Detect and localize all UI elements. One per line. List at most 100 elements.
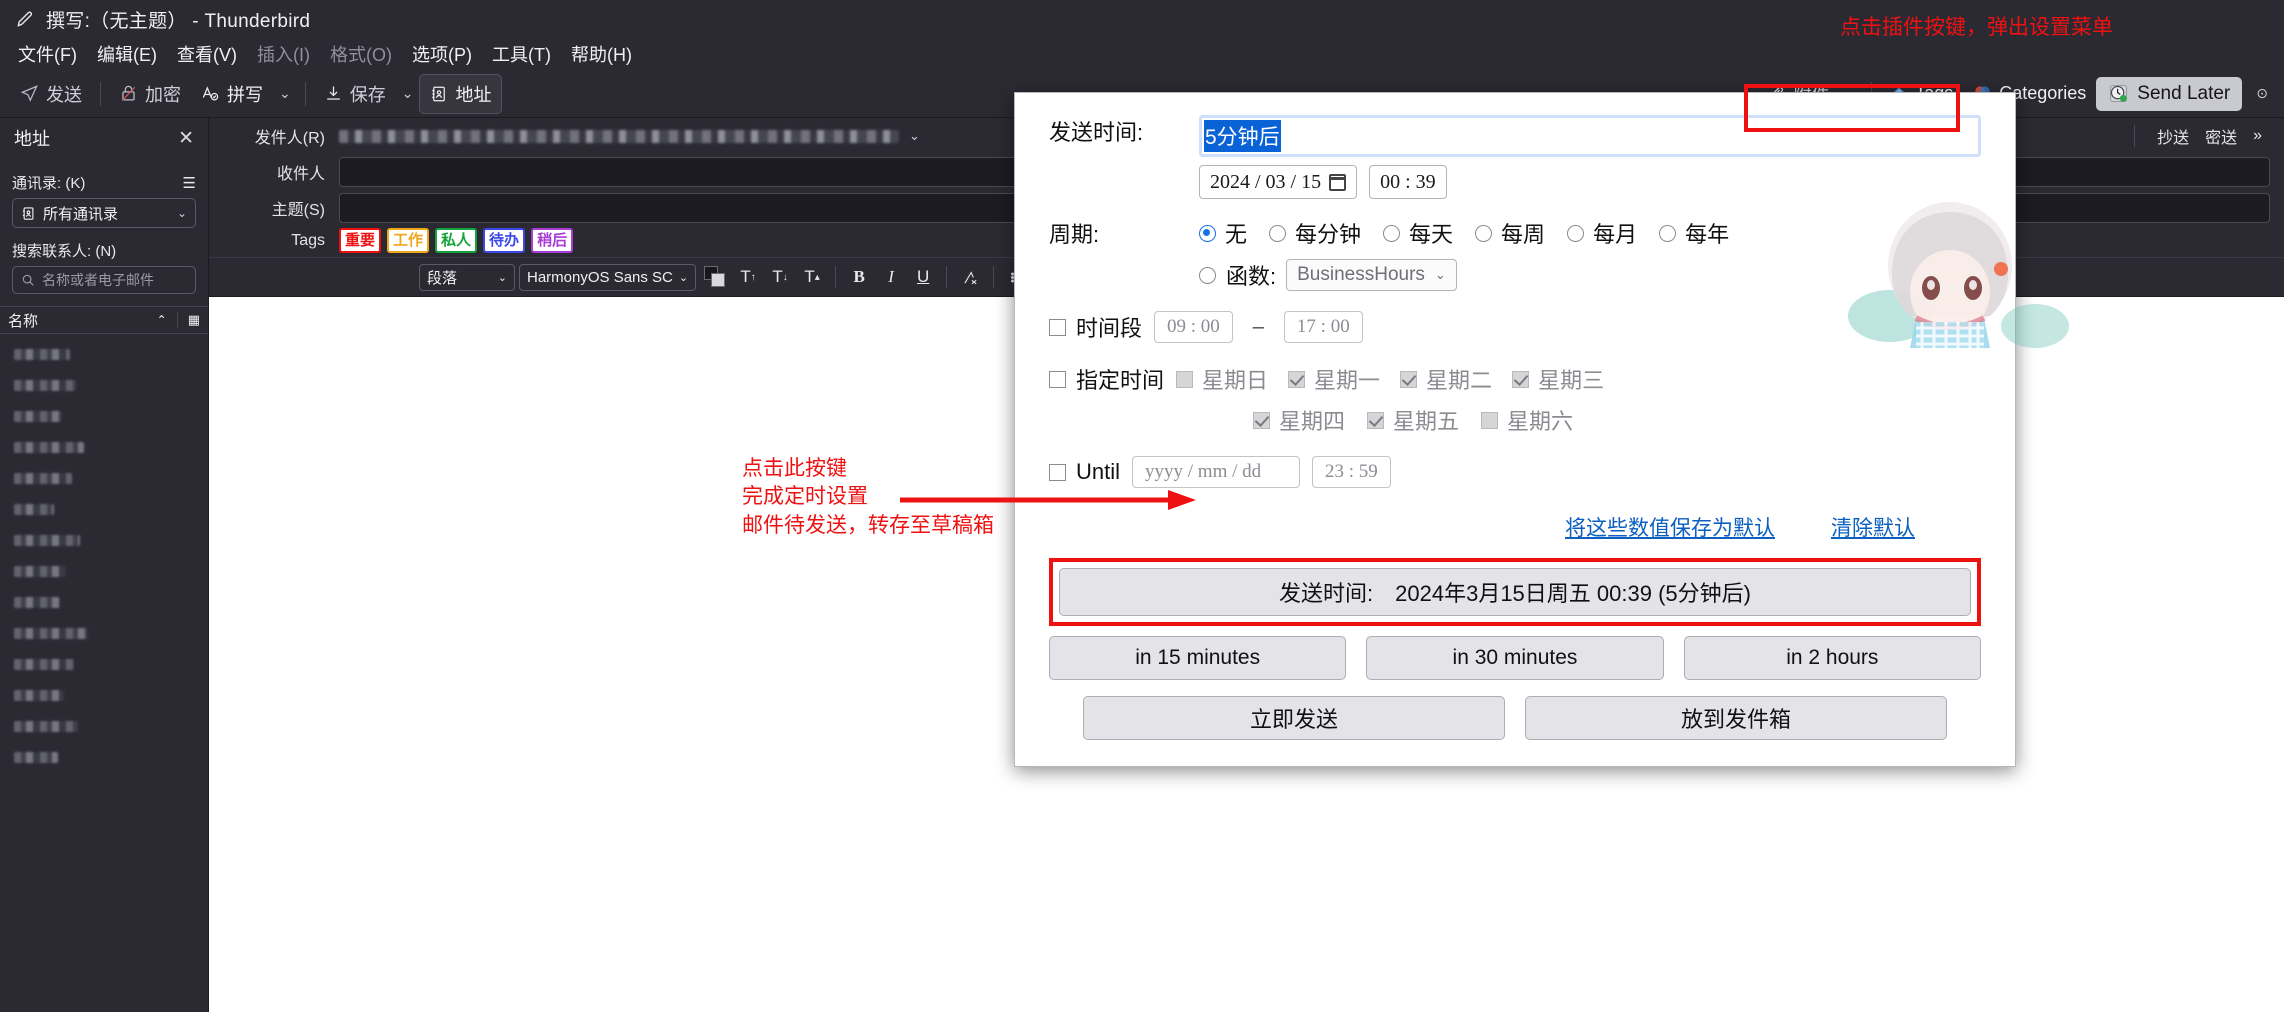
radio-icon (1269, 224, 1287, 242)
quick-15-minutes-button[interactable]: in 15 minutes (1049, 636, 1347, 680)
menu-tools[interactable]: 工具(T) (482, 38, 561, 70)
spellcheck-icon (201, 84, 220, 103)
underline-icon[interactable]: U (909, 263, 937, 291)
contact-list-item[interactable] (0, 587, 208, 618)
quick-30-minutes-button[interactable]: in 30 minutes (1366, 636, 1664, 680)
overflow-icon[interactable]: ⊙ (2250, 79, 2274, 108)
paragraph-style-select[interactable]: 段落 ⌄ (419, 263, 515, 291)
weekday-checkbox[interactable]: 指定时间 (1049, 363, 1164, 395)
contact-list-item[interactable] (0, 494, 208, 525)
toolbar-separator-2 (304, 81, 306, 106)
until-time-input[interactable]: 23 : 59 (1312, 456, 1391, 488)
recurrence-option-yearly[interactable]: 每年 (1659, 217, 1729, 249)
encrypt-button[interactable]: 加密 (109, 75, 191, 113)
clear-defaults-link[interactable]: 清除默认 (1831, 512, 1915, 542)
contacts-list[interactable] (0, 334, 208, 773)
search-contacts-input[interactable]: 名称或者电子邮件 (12, 266, 196, 294)
bold-icon[interactable]: B (845, 263, 873, 291)
search-contacts-placeholder: 名称或者电子邮件 (42, 272, 154, 288)
menu-help[interactable]: 帮助(H) (561, 38, 642, 70)
function-select[interactable]: BusinessHours ⌄ (1286, 259, 1457, 291)
spelling-chevron-down-icon[interactable]: ⌄ (273, 79, 297, 108)
contact-list-item[interactable] (0, 556, 208, 587)
font-size-icon[interactable]: T ▴ (798, 263, 826, 291)
tag-chip[interactable]: 重要 (339, 228, 382, 253)
color-swatch[interactable] (704, 266, 726, 288)
tag-chip[interactable]: 待办 (483, 228, 526, 253)
weekday-option-tuesday[interactable]: 星期二 (1400, 363, 1492, 395)
contact-list-item[interactable] (0, 618, 208, 649)
more-recipients-button[interactable]: » (2245, 124, 2270, 148)
contact-list-item[interactable] (0, 432, 208, 463)
contact-list-item[interactable] (0, 370, 208, 401)
checkbox-icon (1253, 411, 1270, 429)
save-button[interactable]: 保存 (314, 75, 396, 113)
hamburger-icon[interactable]: ☰ (183, 174, 196, 192)
contact-list-item[interactable] (0, 401, 208, 432)
contact-list-item[interactable] (0, 525, 208, 556)
sendtime-label: 发送时间: (1049, 120, 1144, 145)
weekday-option-sunday[interactable]: 星期日 (1176, 363, 1268, 395)
contact-list-item[interactable] (0, 742, 208, 773)
contact-list-item[interactable] (0, 463, 208, 494)
weekday-option-friday[interactable]: 星期五 (1367, 404, 1459, 436)
menu-options[interactable]: 选项(P) (402, 38, 482, 70)
quick-2-hours-button[interactable]: in 2 hours (1683, 636, 1981, 680)
addressbook-select[interactable]: 所有通讯录 ⌄ (12, 198, 196, 228)
send-icon (20, 84, 39, 103)
tag-chip[interactable]: 私人 (435, 228, 478, 253)
contact-list-item[interactable] (0, 649, 208, 680)
menu-edit[interactable]: 编辑(E) (87, 38, 167, 70)
sort-ascending-icon[interactable]: ⌃ (157, 313, 167, 327)
close-icon[interactable]: ✕ (178, 127, 194, 150)
weekday-option-label: 星期六 (1507, 409, 1574, 434)
menu-view[interactable]: 查看(V) (167, 38, 247, 70)
address-button[interactable]: 地址 (419, 73, 503, 114)
recurrence-option-daily[interactable]: 每天 (1383, 217, 1453, 249)
weekday-option-monday[interactable]: 星期一 (1288, 363, 1380, 395)
bcc-button[interactable]: 密送 (2197, 121, 2245, 151)
recurrence-option-none[interactable]: 无 (1199, 217, 1247, 249)
italic-icon[interactable]: I (877, 263, 905, 291)
sendtime-input[interactable]: 5分钟后 (1199, 115, 1981, 157)
put-in-outbox-button[interactable]: 放到发件箱 (1525, 696, 1947, 740)
contact-list-item[interactable] (0, 680, 208, 711)
column-picker-icon[interactable]: ▦ (176, 312, 200, 328)
send-time-input[interactable]: 00 : 39 (1369, 165, 1447, 199)
weekday-option-saturday[interactable]: 星期六 (1481, 404, 1573, 436)
timerange-checkbox[interactable]: 时间段 (1049, 311, 1142, 343)
increase-font-icon[interactable]: T ↑ (734, 263, 762, 291)
until-checkbox[interactable]: Until (1049, 459, 1120, 485)
spelling-button[interactable]: 拼写 (191, 75, 273, 113)
timerange-to-input[interactable]: 17 : 00 (1283, 311, 1363, 343)
tag-chip[interactable]: 工作 (387, 228, 430, 253)
menu-file[interactable]: 文件(F) (8, 38, 87, 70)
function-label: 函数: (1226, 264, 1277, 289)
until-date-input[interactable]: yyyy / mm / dd (1132, 456, 1301, 488)
confirm-send-time-button[interactable]: 发送时间: 2024年3月15日周五 00:39 (5分钟后) (1059, 568, 1971, 616)
recurrence-option-minutely[interactable]: 每分钟 (1269, 217, 1361, 249)
weekday-option-thursday[interactable]: 星期四 (1253, 404, 1345, 436)
cc-button[interactable]: 抄送 (2149, 121, 2197, 151)
save-defaults-link[interactable]: 将这些数值保存为默认 (1565, 512, 1775, 542)
recurrence-option-monthly[interactable]: 每月 (1567, 217, 1637, 249)
radio-icon[interactable] (1199, 266, 1216, 284)
font-family-select[interactable]: HarmonyOS Sans SC ⌄ (519, 263, 697, 291)
tag-chip[interactable]: 稍后 (531, 228, 574, 253)
contact-list-item[interactable] (0, 711, 208, 742)
send-date-input[interactable]: 2024 / 03 / 15 (1199, 165, 1358, 199)
weekday-option-wednesday[interactable]: 星期三 (1512, 363, 1604, 395)
from-chevron-down-icon[interactable]: ⌄ (909, 128, 920, 144)
send-now-button[interactable]: 立即发送 (1083, 696, 1505, 740)
save-chevron-down-icon[interactable]: ⌄ (396, 79, 420, 108)
contact-list-item[interactable] (0, 339, 208, 370)
decrease-font-icon[interactable]: T ↓ (766, 263, 794, 291)
send-later-button[interactable]: Send Later (2096, 76, 2243, 111)
remove-formatting-icon[interactable] (956, 263, 984, 291)
send-button[interactable]: 发送 (10, 75, 92, 113)
timerange-from-input[interactable]: 09 : 00 (1154, 311, 1233, 343)
calendar-icon[interactable] (1329, 173, 1347, 191)
header-separator (2134, 125, 2136, 147)
contacts-column-header[interactable]: 名称 ⌃ ▦ (0, 306, 208, 334)
recurrence-option-weekly[interactable]: 每周 (1475, 217, 1545, 249)
